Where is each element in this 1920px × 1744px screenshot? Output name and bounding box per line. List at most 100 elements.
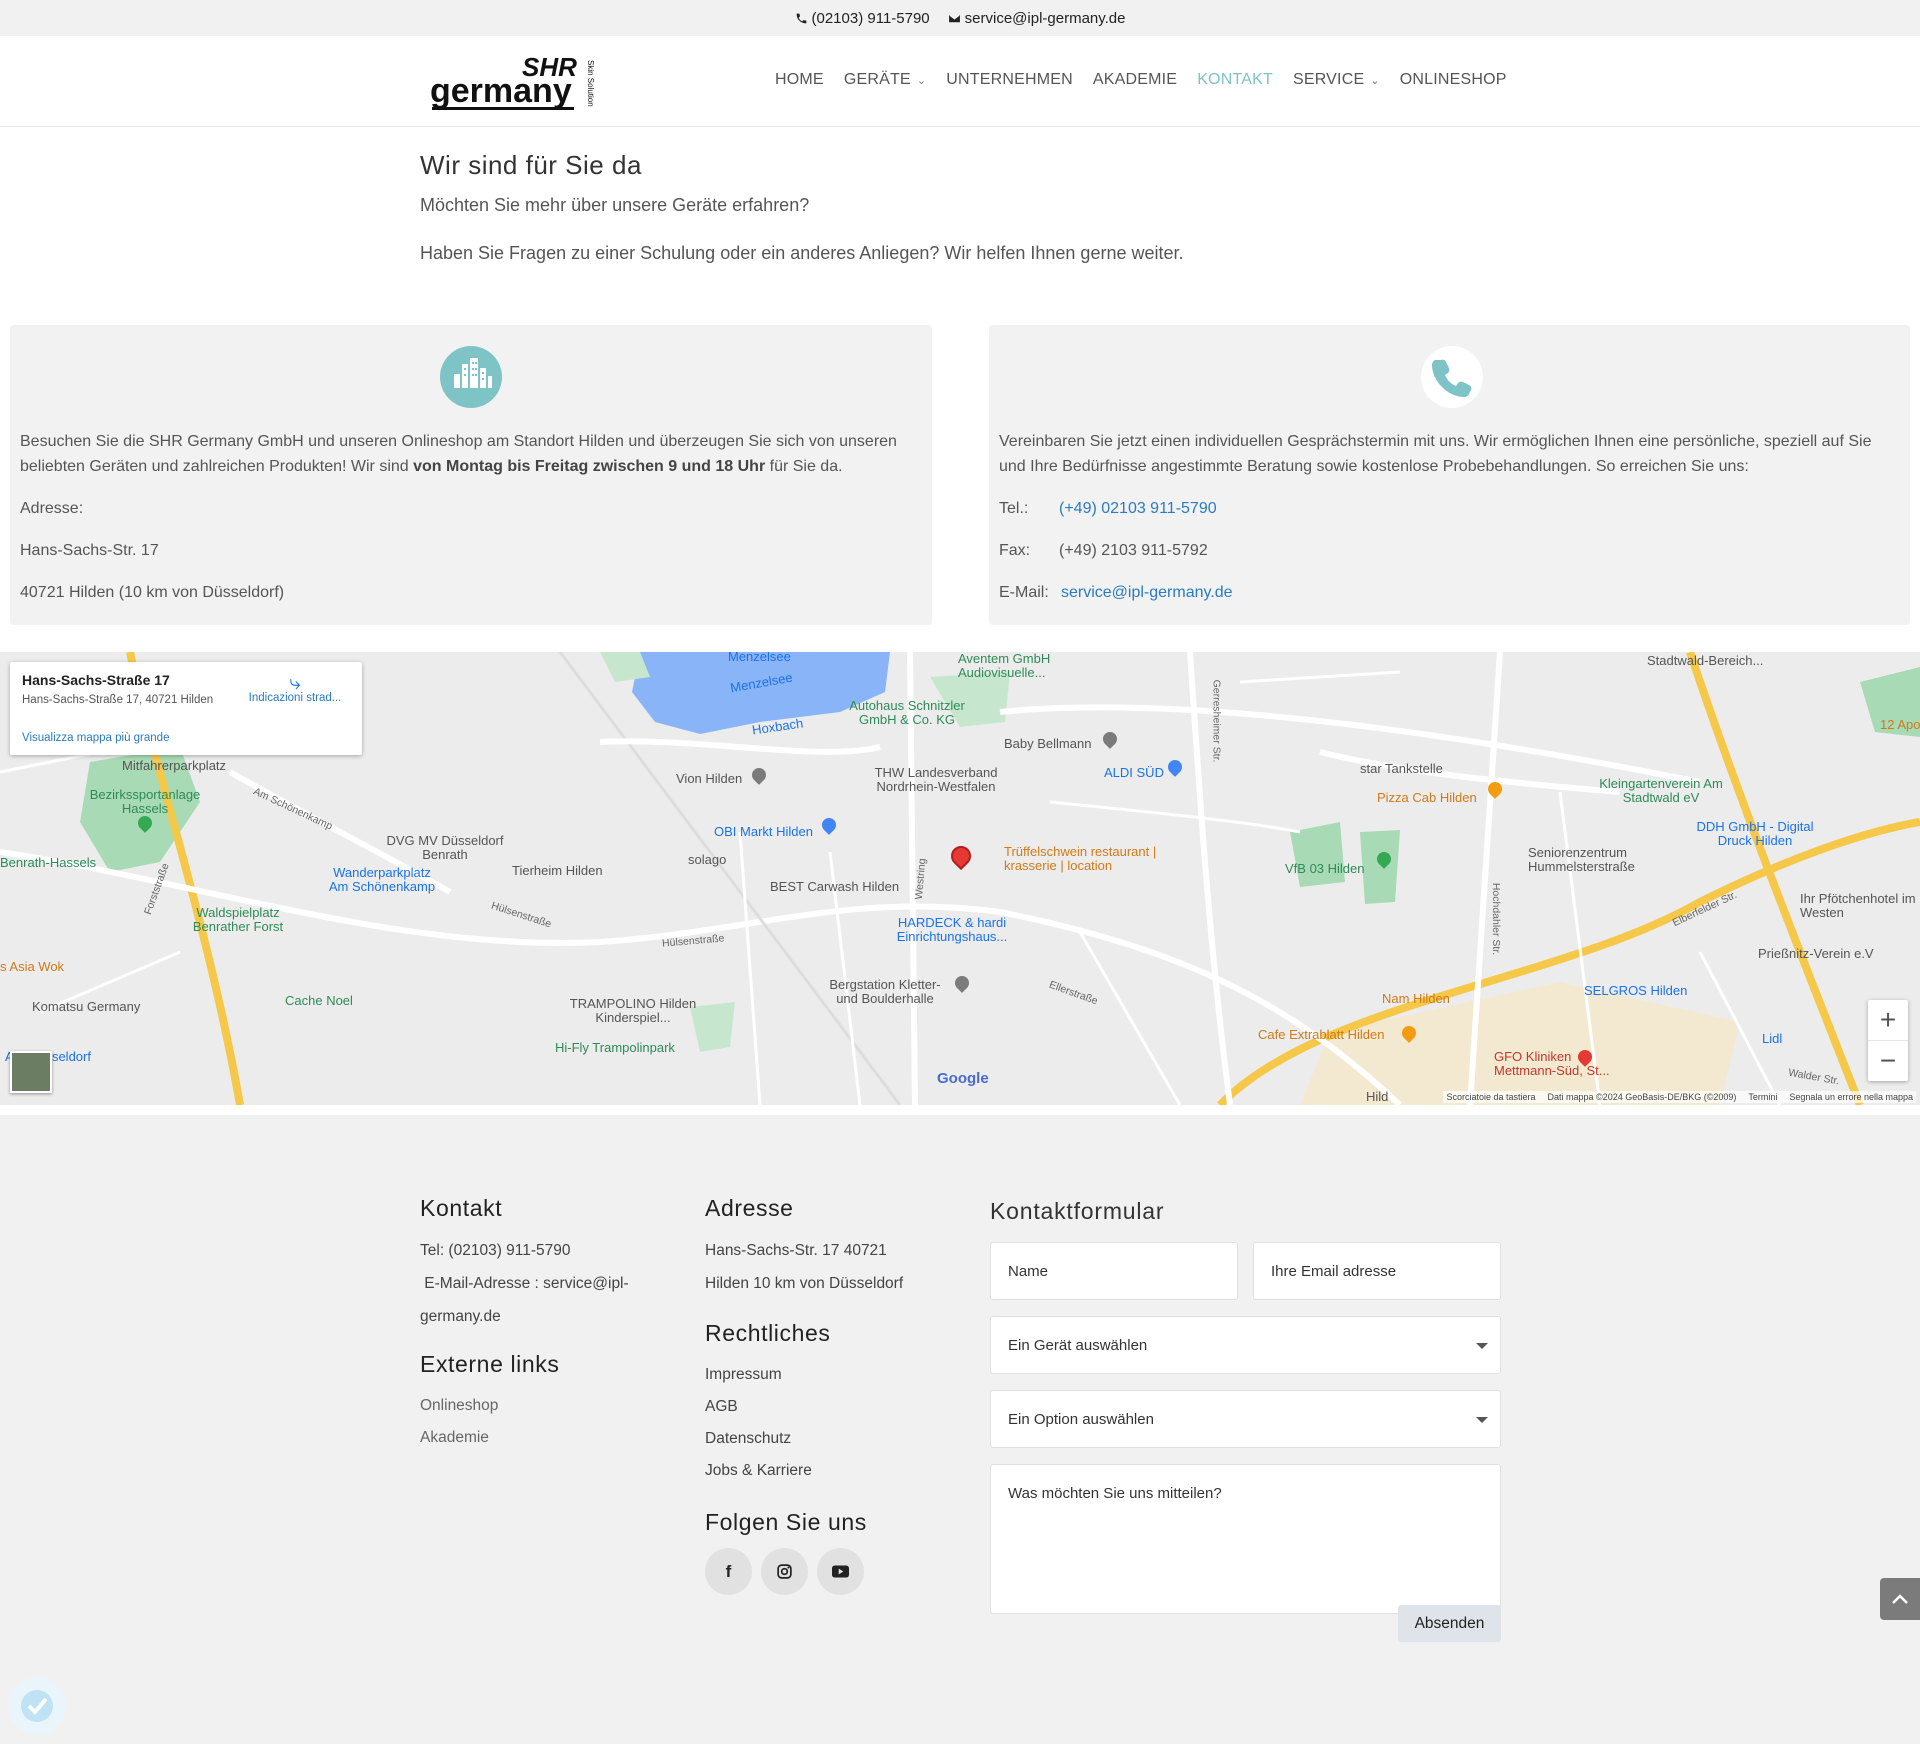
footer-link-agb[interactable]: AGB: [705, 1391, 965, 1423]
map-label: GFO Kliniken Mettmann-Süd, St...: [1494, 1049, 1610, 1078]
footer-extern-title: Externe links: [420, 1351, 560, 1377]
map-directions-link[interactable]: ⤷ Indicazioni strad...: [240, 672, 350, 704]
intro-line-1: Möchten Sie mehr über unsere Geräte erfa…: [420, 195, 810, 215]
topbar-phone-text: (02103) 911-5790: [811, 9, 930, 27]
footer-link-akademie[interactable]: Akademie: [420, 1422, 670, 1454]
footer-kontakt-title: Kontakt: [420, 1195, 503, 1221]
nav-label: GERÄTE: [843, 71, 911, 88]
call-text: Vereinbaren Sie jetzt einen individuelle…: [999, 433, 1872, 475]
instagram-icon[interactable]: [761, 1548, 808, 1595]
map-label: star Tankstelle: [1360, 761, 1443, 776]
nav-label: HOME: [775, 71, 824, 88]
map-attribution: Scorciatoie da tastiera Dati mappa ©2024…: [1443, 1091, 1916, 1103]
footer-link-impressum[interactable]: Impressum: [705, 1359, 965, 1391]
nav-service[interactable]: SERVICE ⌄: [1293, 71, 1380, 89]
visit-box: Besuchen Sie die SHR Germany GmbH und un…: [10, 325, 932, 625]
site-footer: Kontakt Tel: (02103) 911-5790 E-Mail-Adr…: [0, 1115, 1920, 1744]
nav-home[interactable]: HOME: [775, 71, 824, 89]
google-map[interactable]: Hans-Sachs-Straße 17 Hans-Sachs-Straße 1…: [0, 652, 1920, 1105]
opening-hours: von Montag bis Freitag zwischen 9 und 18…: [413, 458, 766, 475]
tel-link[interactable]: (+49) 02103 911-5790: [1059, 496, 1217, 521]
footer-link-jobs[interactable]: Jobs & Karriere: [705, 1455, 965, 1487]
road-label: Gerresheimer Str.: [1210, 679, 1223, 763]
facebook-icon[interactable]: f: [705, 1548, 752, 1595]
map-data-credit: Dati mappa ©2024 GeoBasis-DE/BKG (©2009): [1547, 1092, 1737, 1102]
option-select[interactable]: Ein Option auswählen: [990, 1390, 1501, 1448]
map-label: VfB 03 Hilden: [1285, 861, 1365, 876]
email-link[interactable]: service@ipl-germany.de: [1061, 580, 1233, 605]
map-label: SELGROS Hilden: [1584, 983, 1688, 998]
map-label: Lidl: [1762, 1031, 1783, 1046]
map-label: DDH GmbH - Digital Druck Hilden: [1696, 819, 1814, 848]
nav-geraete[interactable]: GERÄTE ⌄: [844, 71, 926, 89]
tel-label: Tel.:: [999, 500, 1029, 517]
cookie-consent-icon[interactable]: [8, 1677, 66, 1735]
phone-icon: [1421, 346, 1483, 408]
map-label: Waldspielplatz Benrather Forst: [192, 905, 284, 934]
footer-phone[interactable]: Tel: (02103) 911-5790: [420, 1234, 670, 1267]
map-label: Bergstation Kletter- und Boulderhalle: [829, 977, 941, 1006]
map-label: Vion Hilden: [676, 771, 743, 786]
submit-button[interactable]: Absenden: [1398, 1605, 1501, 1642]
nav-kontakt[interactable]: KONTAKT: [1197, 71, 1273, 89]
message-textarea[interactable]: Was möchten Sie uns mitteilen?: [990, 1464, 1501, 1614]
map-report-link[interactable]: Segnala un errore nella mappa: [1789, 1092, 1913, 1102]
map-label: Benrath-Hassels: [0, 855, 97, 870]
zoom-out-button[interactable]: −: [1868, 1041, 1908, 1081]
footer-email-line2[interactable]: germany.de: [420, 1300, 670, 1333]
map-shortcuts-link[interactable]: Scorciatoie da tastiera: [1446, 1092, 1535, 1102]
fax-value: (+49) 2103 911-5792: [1059, 542, 1208, 559]
shr-germany-logo[interactable]: SHR germany Skin Solution: [430, 50, 600, 114]
map-label: Aventem GmbH Audiovisuelle...: [958, 652, 1051, 680]
youtube-icon[interactable]: [817, 1548, 864, 1595]
building-icon: [440, 346, 502, 408]
map-label: 12 Apo: [1880, 717, 1920, 732]
map-label: DVG MV Düsseldorf Benrath: [386, 833, 504, 862]
address-city: 40721 Hilden (10 km von Düsseldorf): [20, 584, 285, 601]
directions-icon: ⤷: [289, 672, 301, 694]
fax-label: Fax:: [999, 542, 1031, 559]
map-label: solago: [688, 852, 727, 867]
zoom-in-button[interactable]: +: [1868, 1000, 1908, 1041]
chevron-up-icon: [1892, 1594, 1908, 1604]
footer-kontakt: Kontakt Tel: (02103) 911-5790 E-Mail-Adr…: [420, 1195, 670, 1454]
map-place-card: Hans-Sachs-Straße 17 Hans-Sachs-Straße 1…: [10, 662, 362, 755]
satellite-toggle[interactable]: [10, 1051, 52, 1093]
footer-email-line1[interactable]: E-Mail-Adresse : service@ipl-: [420, 1267, 670, 1300]
nav-onlineshop[interactable]: ONLINESHOP: [1400, 71, 1507, 89]
footer-link-datenschutz[interactable]: Datenschutz: [705, 1423, 965, 1455]
map-label: Tierheim Hilden: [512, 863, 603, 878]
nav-label: SERVICE: [1292, 71, 1365, 88]
map-label: Hi-Fly Trampolinpark: [555, 1040, 675, 1055]
map-label: Prießnitz-Verein e.V: [1758, 946, 1874, 961]
map-label: HARDECK & hardi Einrichtungshaus...: [896, 915, 1008, 944]
name-input[interactable]: Name: [990, 1242, 1238, 1300]
nav-label: AKADEMIE: [1092, 71, 1178, 88]
topbar-phone[interactable]: (02103) 911-5790: [795, 10, 930, 27]
nav-unternehmen[interactable]: UNTERNEHMEN: [946, 71, 1073, 89]
contact-form: Kontaktformular Name Ihre Email adresse …: [990, 1198, 1501, 1642]
device-select[interactable]: Ein Gerät auswählen: [990, 1316, 1501, 1374]
footer-address-line2: Hilden 10 km von Düsseldorf: [705, 1275, 904, 1292]
footer-link-onlineshop[interactable]: Onlineshop: [420, 1390, 670, 1422]
back-to-top-button[interactable]: [1880, 1578, 1920, 1620]
map-label: Kleingartenverein Am Stadtwald eV: [1599, 776, 1723, 805]
logo-germany: germany: [430, 72, 572, 110]
chevron-down-icon: ⌄: [1370, 74, 1380, 87]
topbar-email[interactable]: service@ipl-germany.de: [948, 10, 1126, 27]
social-links: f: [705, 1548, 965, 1595]
footer-address-line1: Hans-Sachs-Str. 17 40721: [705, 1242, 887, 1259]
nav-akademie[interactable]: AKADEMIE: [1093, 71, 1177, 89]
nav-label: KONTAKT: [1197, 71, 1273, 88]
email-input[interactable]: Ihre Email adresse: [1253, 1242, 1501, 1300]
nav-label: UNTERNEHMEN: [946, 71, 1073, 88]
call-box: Vereinbaren Sie jetzt einen individuelle…: [989, 325, 1910, 625]
map-label: ALDI SÜD: [1104, 765, 1164, 780]
envelope-icon: [948, 14, 960, 22]
map-label: Menzelsee: [728, 652, 791, 664]
email-label: E-Mail:: [999, 584, 1049, 601]
map-label: Cafe Extrablatt Hilden: [1258, 1027, 1385, 1042]
map-bigger-link[interactable]: Visualizza mappa più grande: [22, 732, 169, 744]
map-label: Cache Noel: [285, 993, 353, 1008]
map-terms-link[interactable]: Termini: [1748, 1092, 1777, 1102]
